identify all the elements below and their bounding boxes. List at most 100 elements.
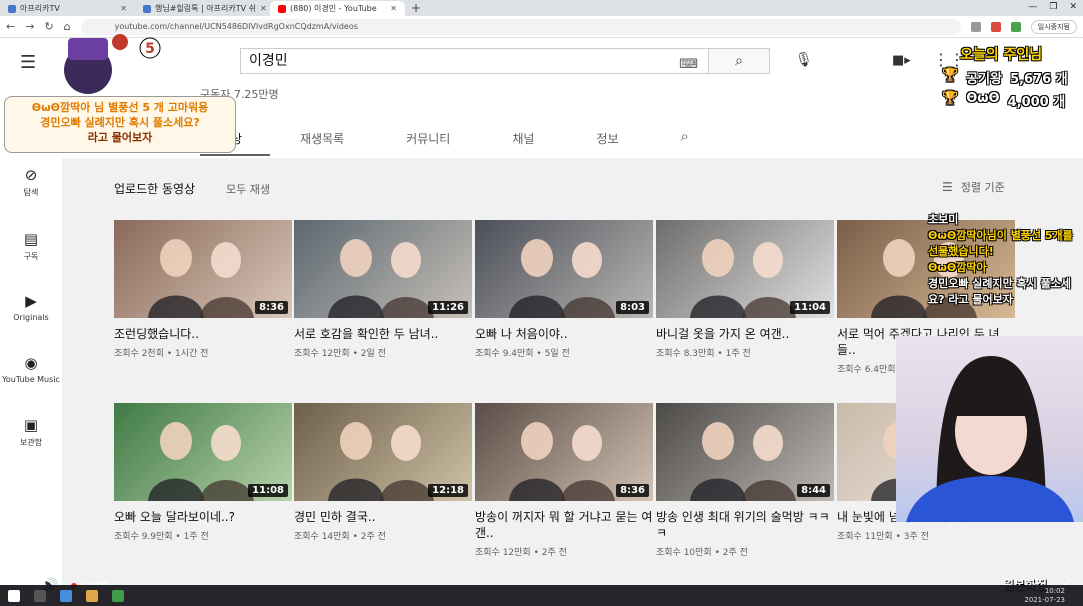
play-all-button[interactable]: 모두 재생 bbox=[226, 181, 270, 197]
new-tab-icon[interactable]: + bbox=[405, 1, 427, 16]
video-title[interactable]: 서로 호감을 확인한 두 남녀.. bbox=[294, 326, 472, 342]
browser-tab-strip: 아프리카TV ✕ 행님#힐링톡 | 아프리카TV 쉬 ✕ (880) 이경민 - Y… bbox=[0, 0, 1083, 16]
extension-icon[interactable] bbox=[1010, 21, 1021, 32]
search-input[interactable]: 이경민 ⌨ bbox=[240, 48, 708, 74]
search-taskbar-icon[interactable] bbox=[34, 589, 46, 602]
windows-start-icon[interactable] bbox=[8, 589, 20, 602]
microphone-icon[interactable]: 🎙 bbox=[795, 52, 813, 68]
video-title[interactable]: 바니걸 옷을 가지 온 여갠.. bbox=[656, 326, 834, 342]
browser-taskbar-icon[interactable] bbox=[60, 589, 72, 602]
video-thumbnail[interactable]: 12:18 bbox=[294, 403, 472, 501]
close-icon[interactable]: ✕ bbox=[260, 1, 267, 16]
video-card[interactable]: 11:08 오빠 오늘 달라보이네..? 조회수 9.9만회 • 1주 전 bbox=[114, 403, 292, 542]
sort-icon: ☰ bbox=[942, 180, 953, 194]
donation-ranking: 오늘의 주인님 🏆 공기왕 5,676 개 🏆 ΘωΘ 4,000 개 bbox=[940, 44, 1083, 136]
app-taskbar-icon[interactable] bbox=[112, 589, 124, 602]
video-meta: 조회수 12만회 • 2주 전 bbox=[475, 548, 567, 558]
create-video-icon[interactable]: ■▸ bbox=[892, 53, 911, 68]
close-window-icon[interactable]: ✕ bbox=[1069, 0, 1077, 15]
sidebar-item-explore[interactable]: ⊘ 탐색 bbox=[0, 166, 62, 198]
close-icon[interactable]: ✕ bbox=[120, 1, 127, 16]
channel-tabs: 상 재생목록 커뮤니티 채널 정보 ⌕ bbox=[200, 122, 689, 156]
video-thumbnail[interactable]: 8:36 bbox=[475, 403, 653, 501]
webcam-feed bbox=[896, 336, 1083, 522]
video-title[interactable]: 오빠 오늘 달라보이네..? bbox=[114, 509, 292, 525]
sort-button[interactable]: ☰ 정렬 기준 bbox=[942, 179, 1005, 195]
music-icon: ◉ bbox=[24, 354, 38, 372]
chat-line: 초보미 bbox=[928, 213, 959, 226]
video-card[interactable]: 11:04 바니걸 옷을 가지 온 여갠.. 조회수 8.3만회 • 1주 전 bbox=[656, 220, 834, 359]
ranking-row: 🏆 ΘωΘ 4,000 개 bbox=[942, 91, 1066, 110]
video-meta: 조회수 9.4만회 • 5일 전 bbox=[475, 349, 570, 359]
chat-overlay: 초보미 ΘωΘ깜딱아님이 별풍선 5개를 선물했습니다! ΘωΘ깜딱아 경민오빠… bbox=[928, 212, 1083, 308]
video-thumbnail[interactable]: 8:36 bbox=[114, 220, 292, 318]
section-title: 업로드한 동영상 bbox=[114, 182, 196, 196]
video-meta: 조회수 11만회 • 3주 전 bbox=[837, 532, 929, 542]
video-thumbnail[interactable]: 8:44 bbox=[656, 403, 834, 501]
tab-about[interactable]: 정보 bbox=[596, 122, 618, 156]
chat-line: ΘωΘ깜딱아님이 별풍선 5개를 선물했습니다! bbox=[928, 229, 1073, 258]
ranking-row: 🏆 공기왕 5,676 개 bbox=[942, 68, 1068, 87]
back-icon[interactable]: ← bbox=[6, 20, 15, 33]
channel-search-icon[interactable]: ⌕ bbox=[681, 122, 689, 156]
compass-icon: ⊘ bbox=[24, 166, 38, 184]
search-button[interactable]: ⌕ bbox=[708, 48, 770, 74]
address-bar[interactable]: youtube.com/channel/UCN5486DIVlvdRgOxnCQ… bbox=[80, 18, 961, 35]
keyboard-icon[interactable]: ⌨ bbox=[679, 53, 698, 77]
extension-icon[interactable] bbox=[970, 21, 981, 32]
video-meta: 조회수 10만회 • 2주 전 bbox=[656, 548, 748, 558]
tab-channels[interactable]: 채널 bbox=[512, 122, 534, 156]
video-card[interactable]: 8:36 조런딩했습니다.. 조회수 2천회 • 1시간 전 bbox=[114, 220, 292, 359]
chat-line: 경민오빠 실례지만 혹시 풀소세요? 라고 물어보자 bbox=[928, 277, 1072, 306]
video-thumbnail[interactable]: 8:03 bbox=[475, 220, 653, 318]
reload-icon[interactable]: ↻ bbox=[44, 20, 53, 33]
profile-button[interactable]: 일시중지됨 bbox=[1030, 19, 1077, 34]
video-meta: 조회수 2천회 • 1시간 전 bbox=[114, 349, 209, 359]
video-title[interactable]: 오빠 나 처음이야.. bbox=[475, 326, 653, 342]
sidebar-item-music[interactable]: ◉ YouTube Music bbox=[0, 354, 62, 384]
windows-taskbar: 10:02 2021-07-23 bbox=[0, 585, 1083, 606]
browser-tab-3[interactable]: (880) 이경민 - YouTube ✕ bbox=[270, 1, 405, 16]
subscriptions-icon: ▤ bbox=[23, 230, 39, 248]
browser-tab-1[interactable]: 아프리카TV ✕ bbox=[0, 1, 135, 16]
forward-icon[interactable]: → bbox=[25, 20, 34, 33]
system-clock: 10:02 2021-07-23 bbox=[1024, 587, 1065, 604]
svg-text:5: 5 bbox=[145, 41, 155, 57]
video-card[interactable]: 12:18 경민 민하 결국.. 조회수 14만회 • 2주 전 bbox=[294, 403, 472, 542]
trophy-icon: 🏆 bbox=[942, 68, 959, 83]
video-meta: 조회수 14만회 • 2주 전 bbox=[294, 532, 386, 542]
folder-taskbar-icon[interactable] bbox=[86, 589, 98, 602]
tab-community[interactable]: 커뮤니티 bbox=[406, 122, 450, 156]
video-card[interactable]: 8:44 방송 인생 최대 위기의 술먹방 ㅋㅋㅋ 조회수 10만회 • 2주 전 bbox=[656, 403, 834, 558]
menu-icon[interactable]: ☰ bbox=[20, 52, 36, 73]
video-card[interactable]: 11:26 서로 호감을 확인한 두 남녀.. 조회수 12만회 • 2일 전 bbox=[294, 220, 472, 359]
search-icon: ⌕ bbox=[735, 53, 743, 69]
video-title[interactable]: 경민 민하 결국.. bbox=[294, 509, 472, 525]
video-title[interactable]: 조런딩했습니다.. bbox=[114, 326, 292, 342]
maximize-icon[interactable]: ❐ bbox=[1049, 0, 1057, 15]
browser-tab-2[interactable]: 행님#힐링톡 | 아프리카TV 쉬 ✕ bbox=[135, 1, 270, 16]
sidebar-item-library[interactable]: ▣ 보관함 bbox=[0, 416, 62, 448]
tab-playlists[interactable]: 재생목록 bbox=[300, 122, 344, 156]
close-icon[interactable]: ✕ bbox=[390, 1, 397, 16]
video-meta: 조회수 9.9만회 • 1주 전 bbox=[114, 532, 209, 542]
video-thumbnail[interactable]: 11:04 bbox=[656, 220, 834, 318]
video-meta: 조회수 8.3만회 • 1주 전 bbox=[656, 349, 751, 359]
extension-icon[interactable] bbox=[990, 21, 1001, 32]
video-duration: 8:36 bbox=[616, 484, 649, 497]
video-duration: 12:18 bbox=[428, 484, 468, 497]
minimize-icon[interactable]: — bbox=[1028, 0, 1037, 15]
video-thumbnail[interactable]: 11:26 bbox=[294, 220, 472, 318]
sidebar-item-originals[interactable]: ▶ Originals bbox=[0, 292, 62, 322]
video-thumbnail[interactable]: 11:08 bbox=[114, 403, 292, 501]
originals-icon: ▶ bbox=[25, 292, 37, 310]
video-card[interactable]: 8:03 오빠 나 처음이야.. 조회수 9.4만회 • 5일 전 bbox=[475, 220, 653, 359]
ranking-title: 오늘의 주인님 bbox=[960, 47, 1043, 63]
video-title[interactable]: 방송이 꺼지자 뭐 할 거냐고 묻는 여갠.. bbox=[475, 509, 653, 541]
video-duration: 8:36 bbox=[255, 301, 288, 314]
youtube-favicon-icon bbox=[278, 4, 286, 13]
video-title[interactable]: 방송 인생 최대 위기의 술먹방 ㅋㅋㅋ bbox=[656, 509, 834, 541]
video-duration: 11:04 bbox=[790, 301, 830, 314]
sidebar-item-subscriptions[interactable]: ▤ 구독 bbox=[0, 230, 62, 262]
video-card[interactable]: 8:36 방송이 꺼지자 뭐 할 거냐고 묻는 여갠.. 조회수 12만회 • 2주… bbox=[475, 403, 653, 558]
